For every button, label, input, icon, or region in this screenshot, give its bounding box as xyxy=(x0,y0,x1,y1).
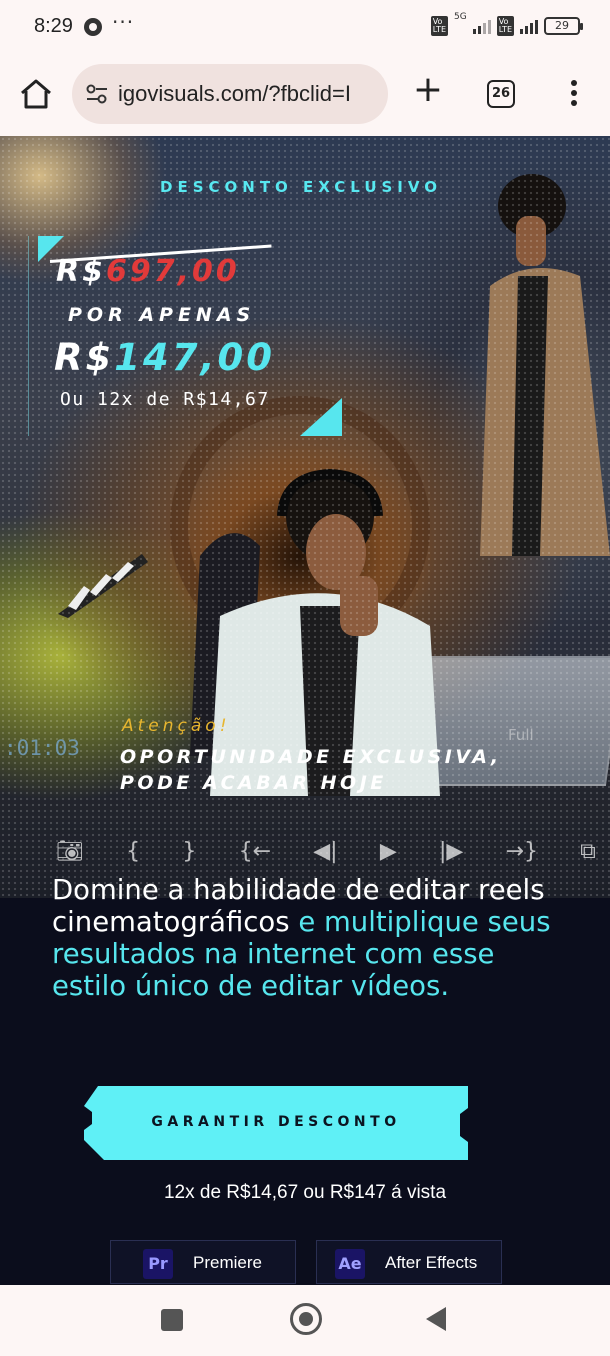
payment-note: 12x de R$14,67 ou R$147 á vista xyxy=(163,1182,447,1203)
exclusive-discount-label: DESCONTO EXCLUSIVO xyxy=(160,178,442,196)
corner-triangle-bottom xyxy=(300,398,342,436)
home-nav-icon[interactable] xyxy=(290,1303,322,1335)
after-effects-icon: Ae xyxy=(335,1249,365,1279)
recents-icon[interactable] xyxy=(161,1309,183,1331)
address-bar[interactable]: igovisuals.com/?fbclid=I xyxy=(72,64,388,124)
full-label: Full xyxy=(508,726,534,744)
player-controls-graphic: 📷︎ { } {← ◀| ▶ |▶ →} ⧉ xyxy=(56,834,596,868)
garantir-desconto-button[interactable]: GARANTIR DESCONTO xyxy=(84,1086,468,1160)
opportunity-text: OPORTUNIDADE EXCLUSIVA, PODE ACABAR HOJE xyxy=(120,744,502,796)
chrome-notification-icon xyxy=(84,18,102,36)
volte-icon: Vo LTE xyxy=(430,16,448,36)
opportunity-line-2: PODE ACABAR HOJE xyxy=(120,772,387,794)
premiere-label: Premiere xyxy=(193,1253,262,1272)
browser-toolbar: igovisuals.com/?fbclid=I + 26 xyxy=(0,56,610,136)
export-frame-icon: ⧉ xyxy=(580,838,596,864)
new-price-currency: R$ xyxy=(54,336,115,379)
signal-icon-2 xyxy=(520,18,538,34)
timecode: :01:03 xyxy=(4,736,80,760)
cta-label[interactable]: GARANTIR DESCONTO xyxy=(84,1086,468,1160)
site-settings-icon[interactable] xyxy=(86,84,108,104)
frame-line xyxy=(28,236,29,436)
content-section: Domine a habilidade de editar reels cine… xyxy=(0,874,610,1285)
hero-banner: DESCONTO EXCLUSIVO R$ 697,00 POR APENAS R… xyxy=(0,136,610,898)
new-price: R$147,00 xyxy=(54,336,275,379)
premiere-icon: Pr xyxy=(143,1249,173,1279)
opportunity-line-1: OPORTUNIDADE EXCLUSIVA, xyxy=(120,746,502,768)
signal-icon xyxy=(472,18,491,34)
after-effects-label: After Effects xyxy=(385,1253,478,1272)
status-bar: 8:29 ··· Vo LTE 5G Vo LTE 29 xyxy=(0,0,610,56)
new-price-value: 147,00 xyxy=(114,336,276,379)
more-notifications-icon: ··· xyxy=(112,10,135,34)
browser-menu-icon[interactable] xyxy=(562,80,586,110)
step-forward-icon: |▶ xyxy=(438,838,464,864)
play-icon: ▶ xyxy=(379,838,397,864)
after-effects-chip: Ae After Effects xyxy=(316,1240,502,1284)
camera-icon: 📷︎ xyxy=(56,838,84,864)
premiere-chip: Pr Premiere xyxy=(110,1240,296,1284)
battery-icon: 29 xyxy=(544,17,583,35)
url-text[interactable]: igovisuals.com/?fbclid=I xyxy=(118,81,380,107)
mark-out-icon: } xyxy=(182,838,197,864)
installments-text: Ou 12x de R$14,67 xyxy=(60,389,270,410)
back-icon[interactable] xyxy=(426,1307,446,1331)
status-time: 8:29 xyxy=(34,15,73,37)
tab-switcher-button[interactable]: 26 xyxy=(487,80,515,108)
home-icon[interactable] xyxy=(18,76,54,112)
network-type: 5G xyxy=(454,12,467,22)
attention-label: Atenção! xyxy=(122,716,231,736)
volte-icon-2: Vo LTE xyxy=(496,16,514,36)
por-apenas-label: POR APENAS xyxy=(68,304,256,326)
old-price-value: 697,00 xyxy=(105,254,240,289)
new-tab-icon[interactable]: + xyxy=(410,72,446,108)
go-to-in-icon: {← xyxy=(238,838,272,864)
go-to-out-icon: →} xyxy=(505,838,538,864)
mark-in-icon: { xyxy=(126,838,141,864)
step-back-icon: ◀| xyxy=(313,838,338,864)
headline: Domine a habilidade de editar reels cine… xyxy=(52,874,572,1002)
status-indicators: Vo LTE 5G Vo LTE 29 xyxy=(430,12,583,36)
system-nav-bar xyxy=(0,1285,610,1356)
